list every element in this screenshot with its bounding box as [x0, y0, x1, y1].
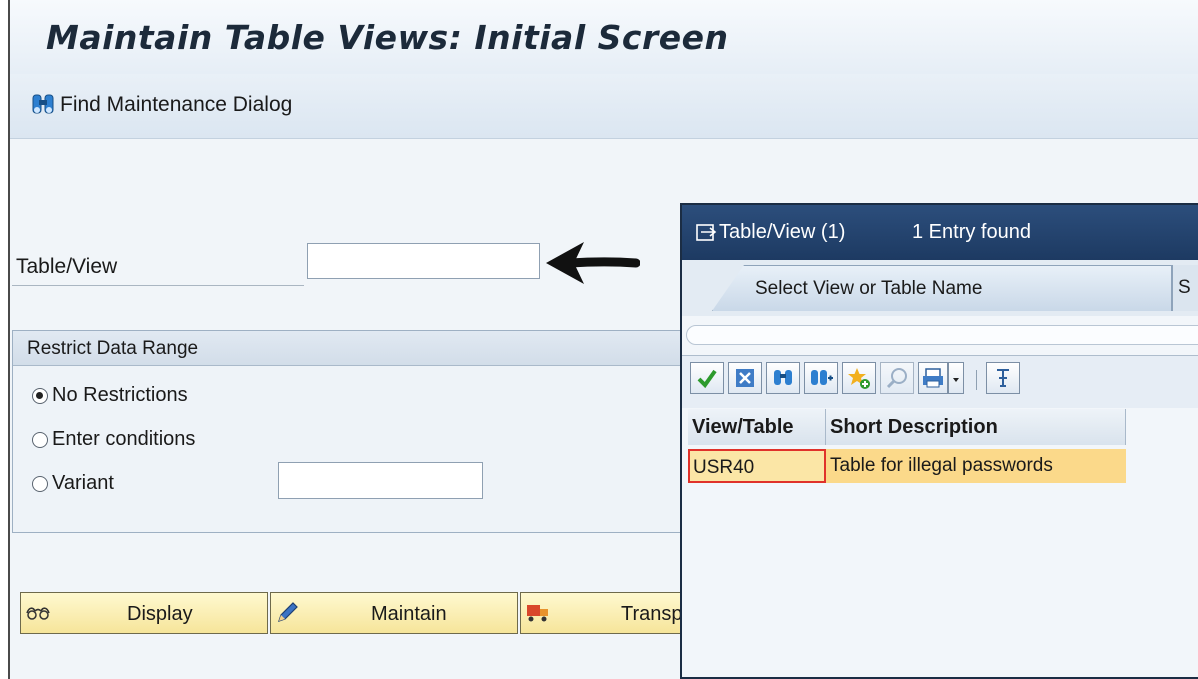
variant-input[interactable]: [278, 462, 483, 499]
binoculars-icon: [774, 370, 792, 385]
transport-button[interactable]: Transp: [520, 592, 683, 634]
column-header-short-description[interactable]: Short Description: [826, 409, 1126, 445]
toolbar-separator: [976, 370, 977, 390]
group-title: Restrict Data Range: [27, 338, 199, 359]
label-underline: [12, 285, 304, 286]
window-icon: [696, 224, 717, 241]
table-cell-view-table[interactable]: USR40: [688, 449, 826, 483]
checkmark-icon: [697, 369, 717, 389]
table-view-input[interactable]: [307, 243, 540, 279]
star-plus-icon: [848, 368, 870, 389]
printer-icon: [923, 368, 943, 388]
display-button[interactable]: Display: [20, 592, 268, 634]
table-view-label: Table/View: [16, 255, 118, 278]
table-cell-description[interactable]: Table for illegal passwords: [826, 449, 1126, 483]
radio-label: No Restrictions: [52, 384, 188, 406]
radio-label: Enter conditions: [52, 428, 196, 450]
column-header-view-table[interactable]: View/Table: [688, 409, 826, 445]
radio-dot: [32, 475, 48, 492]
print-button[interactable]: [918, 362, 948, 394]
tab-label: Select View or Table Name: [755, 278, 983, 299]
column-header-label: Short Description: [830, 416, 998, 438]
maintain-button[interactable]: Maintain: [270, 592, 518, 634]
binoculars-plus-icon: [811, 370, 833, 385]
radio-dot-selected: [32, 387, 48, 404]
add-favorite-button[interactable]: [842, 362, 876, 394]
info-button[interactable]: [880, 362, 914, 394]
group-header: Restrict Data Range: [13, 331, 731, 366]
find-next-button[interactable]: [804, 362, 838, 394]
glasses-icon: [26, 607, 50, 620]
cancel-button[interactable]: [728, 362, 762, 394]
chevron-down-icon: [953, 378, 959, 382]
page-title: Maintain Table Views: Initial Screen: [46, 18, 729, 57]
find-maintenance-dialog-button[interactable]: Find Maintenance Dialog: [30, 92, 292, 118]
popup-title: Table/View (1): [719, 221, 846, 243]
radio-label: Variant: [52, 472, 114, 494]
hint-icon: [886, 368, 907, 389]
pencil-icon: [278, 602, 298, 622]
popup-entry-count: 1 Entry found: [912, 221, 1031, 243]
column-header-label: View/Table: [692, 416, 794, 438]
tab-label: S: [1178, 277, 1191, 298]
display-label: Display: [127, 603, 193, 625]
restriction-bar: [686, 325, 1198, 345]
pointer-arrow-icon: [546, 242, 640, 284]
radio-variant[interactable]: Variant: [32, 472, 114, 495]
binoculars-icon: [32, 94, 54, 114]
filter-icon: [997, 369, 1009, 387]
close-icon: [736, 369, 754, 387]
find-maintenance-dialog-label: Find Maintenance Dialog: [60, 93, 293, 116]
confirm-button[interactable]: [690, 362, 724, 394]
truck-icon: [527, 605, 548, 622]
transport-label: Transp: [621, 603, 683, 625]
cell-text: USR40: [693, 457, 755, 478]
tab-next[interactable]: S: [1172, 265, 1198, 311]
radio-no-restrictions[interactable]: No Restrictions: [32, 384, 188, 407]
print-dropdown-button[interactable]: [948, 362, 964, 394]
popup-toolbar: [682, 355, 1198, 408]
tab-select-view-or-table-name[interactable]: Select View or Table Name: [712, 265, 1172, 311]
find-button[interactable]: [766, 362, 800, 394]
maintain-label: Maintain: [371, 603, 447, 625]
radio-enter-conditions[interactable]: Enter conditions: [32, 428, 195, 451]
filter-button[interactable]: [986, 362, 1020, 394]
title-bar: Maintain Table Views: Initial Screen: [10, 0, 1198, 75]
cell-text: Table for illegal passwords: [830, 455, 1053, 476]
radio-dot: [32, 431, 48, 448]
popup-title-bar[interactable]: Table/View (1) 1 Entry found: [682, 205, 1198, 260]
value-help-popup: Table/View (1) 1 Entry found Select View…: [680, 203, 1198, 679]
